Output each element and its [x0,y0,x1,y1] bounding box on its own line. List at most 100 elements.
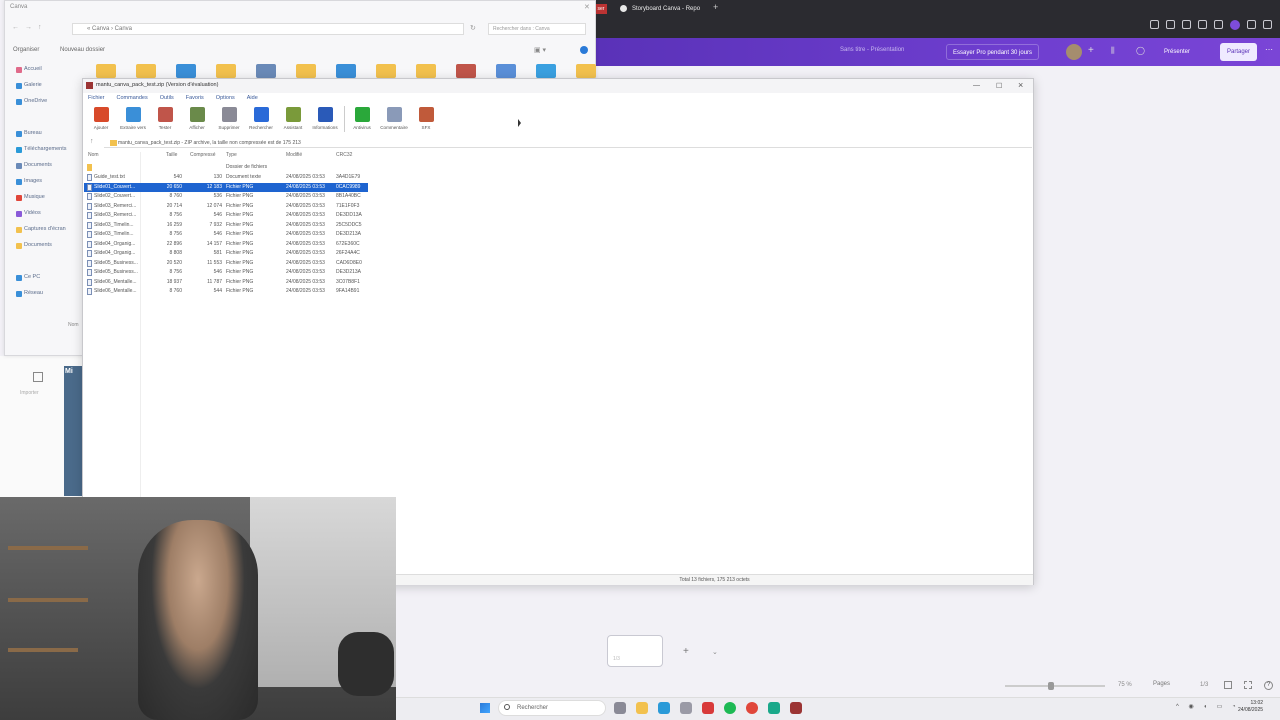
column-header[interactable]: Compressé [190,152,216,158]
store-icon[interactable] [680,702,692,714]
table-row[interactable]: Slide05_Business... 8 756 546 Fichier PNG 24… [84,268,368,277]
app-icon[interactable] [768,702,780,714]
refresh-icon[interactable]: ↻ [470,24,476,32]
reader-icon[interactable] [1166,20,1175,29]
canva-share-button[interactable]: Partager [1220,43,1258,61]
column-header[interactable]: Taille [166,152,177,158]
spotify-icon[interactable] [724,702,736,714]
table-row[interactable]: Slide01_Couvert... 20 650 12 183 Fichier PN… [84,182,368,192]
menu-item[interactable]: Outils [160,95,174,101]
table-row[interactable]: Slide04_Organig... 8 808 581 Fichier PNG 24/… [84,249,368,258]
explorer-close-icon[interactable]: ✕ [584,3,590,11]
favorites-icon[interactable] [1198,20,1207,29]
table-row[interactable]: Slide03_Remerci... 8 756 546 Fichier PNG 24/… [84,211,368,220]
menu-item[interactable]: Commandes [117,95,148,101]
start-icon[interactable] [480,703,490,713]
extensions-icon[interactable] [1214,20,1223,29]
table-row[interactable]: Slide05_Business... 20 520 11 553 Fichier P… [84,259,368,268]
table-row[interactable]: Dossier de fichiers [84,163,368,172]
canva-pages-button[interactable]: Pages [1153,681,1170,687]
toolbar-button[interactable]: Rechercher [248,106,274,134]
task-view-icon[interactable] [614,702,626,714]
folder-icon[interactable] [176,64,196,78]
explorer-address-bar[interactable]: « Canva › Canva [72,23,464,35]
new-tab-button[interactable]: + [713,2,718,12]
table-row[interactable]: Slide02_Couvert... 8 760 536 Fichier PNG 24/… [84,192,368,201]
canva-file-name[interactable]: Sans titre - Présentation [840,47,904,53]
column-header[interactable]: Type [226,152,237,158]
explorer-search-input[interactable]: Rechercher dans : Canva [488,23,586,35]
canva-stats-icon[interactable]: ⫼ [1111,46,1115,56]
sidebar-item[interactable]: OneDrive [24,98,47,104]
browser-tab-storyboard[interactable]: Storyboard Canva - Repo [620,2,712,16]
canva-add-collaborator-icon[interactable]: + [1088,45,1094,56]
fullscreen-icon[interactable] [1244,681,1252,689]
folder-icon[interactable] [96,64,116,78]
view-options-icon[interactable]: ▣ ▾ [534,46,546,54]
folder-icon[interactable] [496,64,516,78]
column-header[interactable]: Modifié [286,152,302,158]
sidebar-item[interactable]: Galerie [24,82,42,88]
menu-item[interactable]: Fichier [88,95,105,101]
opera-icon[interactable] [702,702,714,714]
help-icon[interactable]: ? [1264,681,1273,690]
play-icon[interactable] [1182,20,1191,29]
toolbar-button[interactable]: Informations [312,106,338,134]
download-icon[interactable] [1247,20,1256,29]
toolbar-button[interactable]: Supprimer [216,106,242,134]
sidebar-item[interactable]: Musique [24,194,45,200]
maximize-icon[interactable]: ☐ [996,82,1002,90]
toolbar-button[interactable]: Afficher [184,106,210,134]
canva-page-thumbnail[interactable] [607,635,663,667]
canva-comment-icon[interactable]: ◯ [1136,46,1145,55]
chrome-icon[interactable] [746,702,758,714]
winrar-taskbar-icon[interactable] [790,702,802,714]
taskbar-search[interactable]: Rechercher [498,700,606,716]
menu-item[interactable]: Favoris [186,95,204,101]
winrar-path-bar[interactable]: mantu_canva_pack_test.zip - ZIP archive,… [104,138,1032,148]
canva-trial-button[interactable]: Essayer Pro pendant 30 jours [946,44,1040,60]
up-folder-icon[interactable]: ↑ [90,138,94,145]
table-row[interactable]: Slide03_Timelin... 8 756 546 Fichier PNG 24/… [84,230,368,239]
more-icon[interactable] [1263,20,1272,29]
folder-icon[interactable] [216,64,236,78]
sidebar-item[interactable]: Vidéos [24,210,41,216]
folder-icon[interactable] [456,64,476,78]
file-explorer-icon[interactable] [636,702,648,714]
edge-icon[interactable] [658,702,670,714]
table-row[interactable]: Guide_test.txt 540 130 Document texte 24/08/… [84,173,368,182]
folder-icon[interactable] [296,64,316,78]
sidebar-item[interactable]: Documents [24,242,52,248]
folder-icon[interactable] [416,64,436,78]
table-row[interactable]: Slide04_Organig... 22 896 14 157 Fichier PN… [84,240,368,249]
chevron-down-icon[interactable]: ⌄ [712,648,718,656]
sidebar-item[interactable]: Captures d'écran [24,226,66,232]
table-row[interactable]: Slide03_Remerci... 20 714 12 074 Fichier PN… [84,202,368,211]
folder-icon[interactable] [336,64,356,78]
canva-zoom-slider[interactable] [1005,685,1105,687]
sidebar-item[interactable]: Téléchargements [24,146,67,152]
menu-item[interactable]: Aide [247,95,258,101]
system-tray-icons[interactable]: ^ ◉ ◖ ▭ ◔ [1176,703,1240,710]
canva-user-avatar[interactable] [1066,44,1082,60]
minimize-icon[interactable]: — [973,82,980,89]
toolbar-button[interactable]: Commentaire [380,106,408,134]
grid-view-icon[interactable] [1224,681,1232,689]
canva-more-icon[interactable]: ⋯ [1265,45,1273,54]
profile-avatar-icon[interactable] [1230,20,1240,30]
folder-icon[interactable] [576,64,596,78]
table-row[interactable]: Slide06_Mentalle... 8 760 544 Fichier PNG 24… [84,287,368,296]
sidebar-item[interactable]: Accueil [24,66,42,72]
table-row[interactable]: Slide06_Mentalle... 18 937 11 787 Fichier P… [84,278,368,287]
details-pane-icon[interactable] [580,46,588,54]
sidebar-item[interactable]: Images [24,178,42,184]
toolbar-button[interactable]: Tester [152,106,178,134]
folder-icon[interactable] [536,64,556,78]
canva-template-thumbnail[interactable] [64,366,82,496]
folder-icon[interactable] [376,64,396,78]
sidebar-item[interactable]: Bureau [24,130,42,136]
sidebar-item[interactable]: Documents [24,162,52,168]
table-row[interactable]: Slide03_Timelin... 16 259 7 932 Fichier PNG… [84,221,368,230]
canva-zoom-handle[interactable] [1048,682,1054,690]
organize-menu[interactable]: Organiser [13,47,39,53]
